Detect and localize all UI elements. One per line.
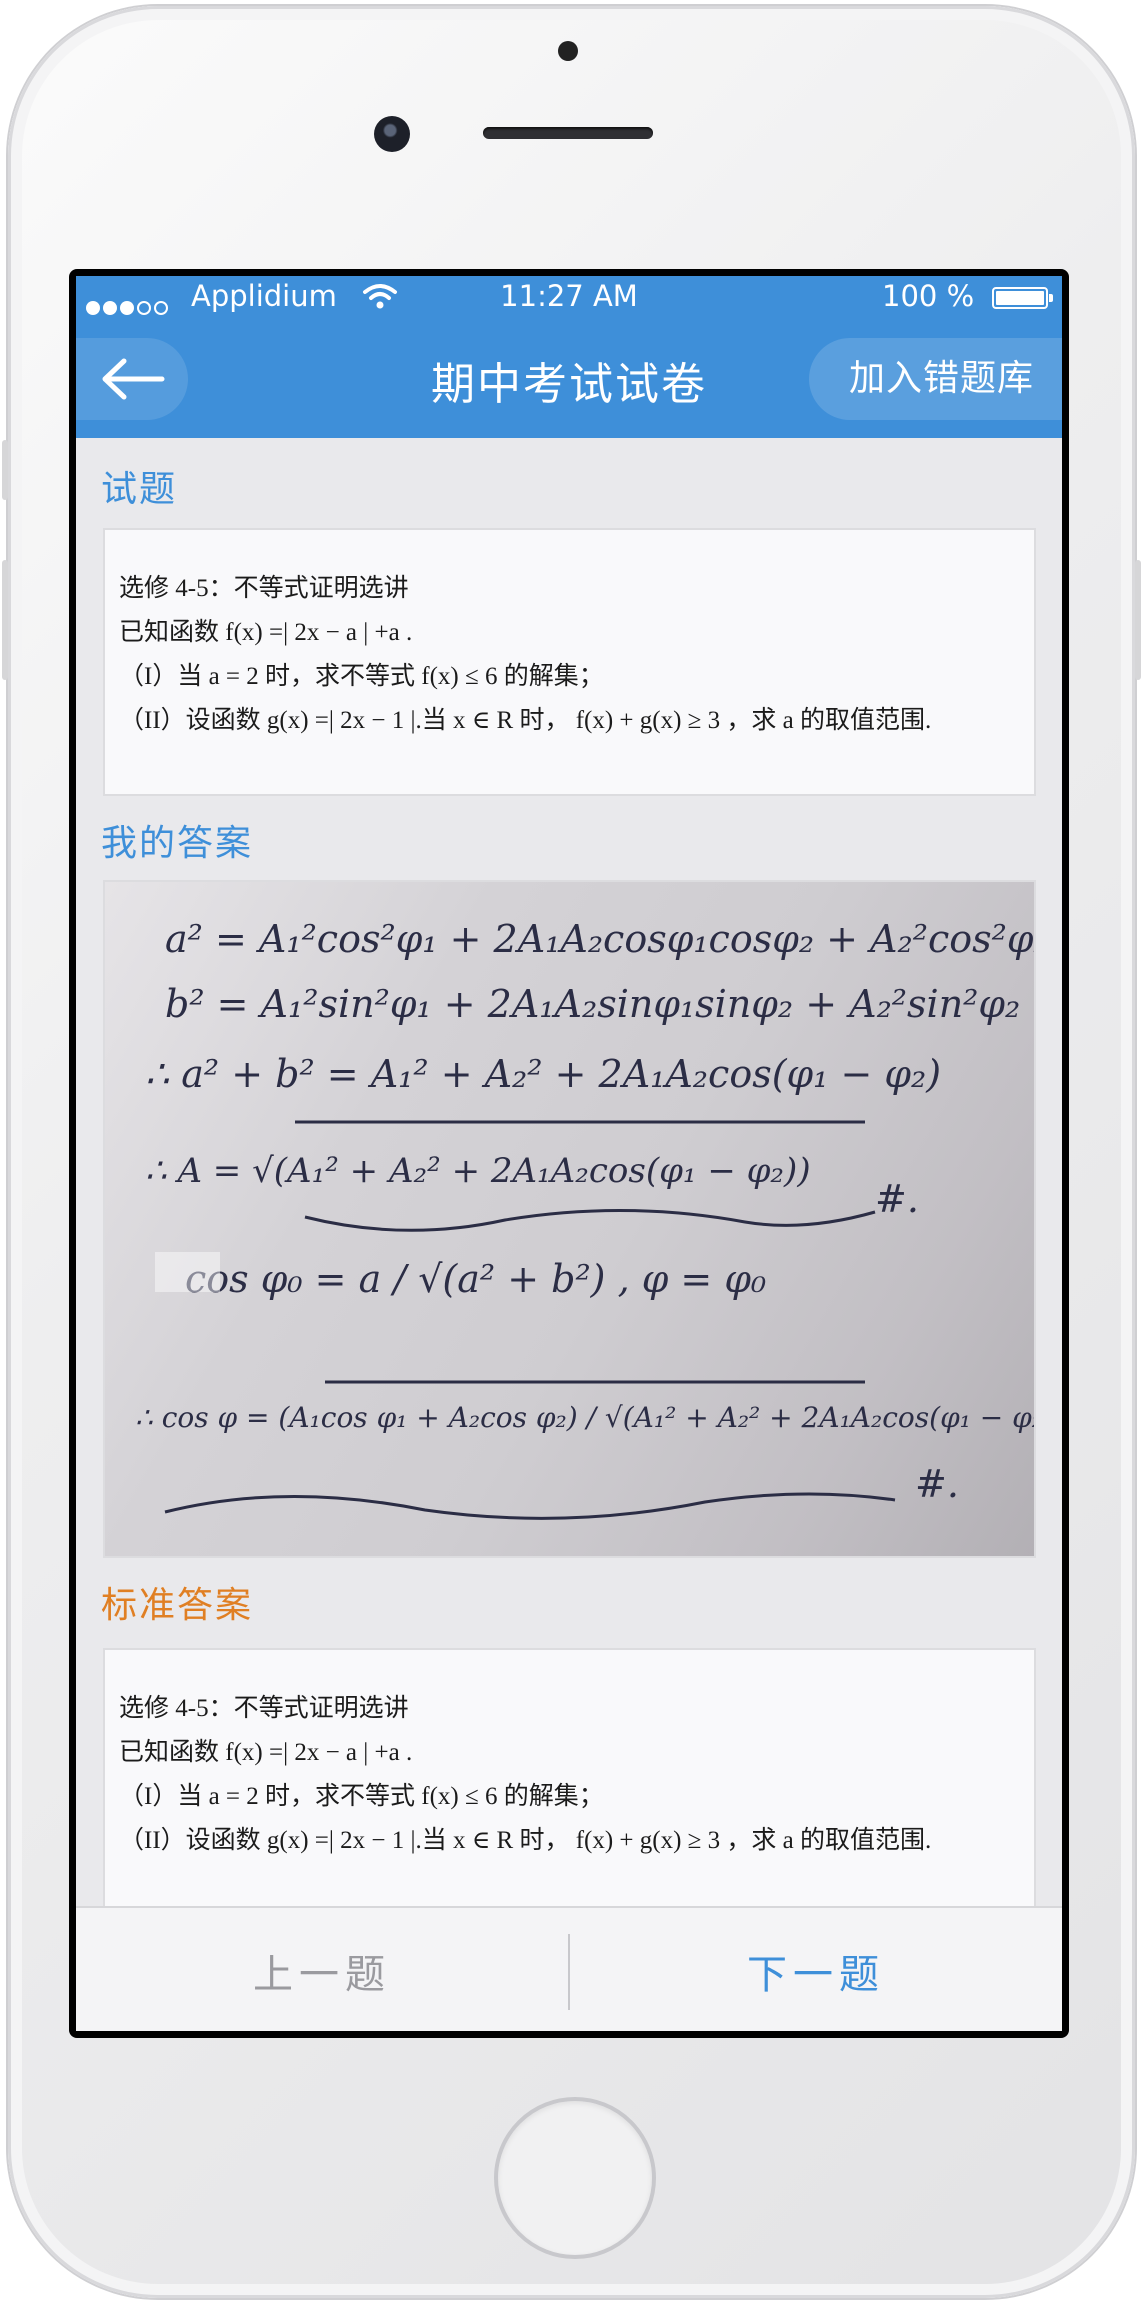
navigation-header: Applidium 11:27 AM 100 % 期中考试试卷 加入错题库 — [76, 276, 1062, 438]
add-to-mistake-bank-button[interactable]: 加入错题库 — [809, 338, 1062, 420]
question-line: 选修 4-5：不等式证明选讲 — [119, 575, 409, 602]
handwriting-line: ∴ A = √(A₁² + A₂² + 2A₁A₂cos(φ₁ − φ₂)) — [145, 1151, 811, 1191]
phone-side-button — [1135, 560, 1141, 680]
handwriting-layer: a² = A₁²cos²φ₁ + 2A₁A₂cosφ₁cosφ₂ + A₂²co… — [135, 917, 1034, 1520]
previous-question-button[interactable]: 上一题 — [76, 1942, 568, 2000]
handwriting-line: b² = A₁²sin²φ₁ + 2A₁A₂sinφ₁sinφ₂ + A₂²si… — [165, 982, 1020, 1026]
home-button[interactable] — [494, 2097, 656, 2259]
handwriting-line: a² = A₁²cos²φ₁ + 2A₁A₂cosφ₁cosφ₂ + A₂²co… — [165, 917, 1034, 961]
handwriting-line: ∴ a² + b² = A₁² + A₂² + 2A₁A₂cos(φ₁ − φ₂… — [145, 1052, 941, 1096]
phone-side-button — [2, 440, 8, 500]
status-bar: Applidium 11:27 AM 100 % — [76, 276, 1062, 320]
photo-glare — [155, 1252, 220, 1292]
question-line: 已知函数 f(x) =| 2x − a | +a . — [119, 619, 413, 646]
handwriting-mark: #. — [875, 1177, 919, 1221]
battery-percent: 100 % — [882, 279, 975, 313]
answer-photo[interactable]: a² = A₁²cos²φ₁ + 2A₁A₂cosφ₁cosφ₂ + A₂²co… — [103, 880, 1036, 1558]
handwriting-line: cos φ₀ = a / √(a² + b²) , φ = φ₀ — [185, 1257, 766, 1301]
question-line: （I）当 a = 2 时，求不等式 f(x) ≤ 6 的解集； — [119, 663, 604, 690]
answer-line: 已知函数 f(x) =| 2x − a | +a . — [119, 1739, 413, 1766]
app-screen: Applidium 11:27 AM 100 % 期中考试试卷 加入错题库 试题… — [76, 276, 1062, 2031]
answer-line: （I）当 a = 2 时，求不等式 f(x) ≤ 6 的解集； — [119, 1783, 604, 1810]
phone-side-button — [2, 560, 8, 680]
answer-line: 选修 4-5：不等式证明选讲 — [119, 1695, 409, 1722]
battery-icon — [992, 287, 1053, 309]
handwriting-line: ∴ cos φ = (A₁cos φ₁ + A₂cos φ₂) / √(A₁² … — [135, 1401, 1034, 1434]
phone-sensor — [558, 41, 578, 61]
standard-answer-section-title: 标准答案 — [101, 1585, 254, 1626]
front-camera — [374, 116, 410, 152]
standard-answer-card: 选修 4-5：不等式证明选讲 已知函数 f(x) =| 2x − a | +a … — [103, 1648, 1036, 1928]
handwriting-mark: #. — [915, 1462, 959, 1506]
my-answer-section-title: 我的答案 — [101, 823, 254, 864]
question-card: 选修 4-5：不等式证明选讲 已知函数 f(x) =| 2x − a | +a … — [103, 528, 1036, 796]
question-section-title: 试题 — [101, 469, 178, 510]
bottom-toolbar: 上一题 下一题 — [76, 1906, 1062, 2031]
next-question-button[interactable]: 下一题 — [570, 1942, 1062, 2000]
question-line: （II）设函数 g(x) =| 2x − 1 |.当 x ∈ R 时， f(x)… — [119, 707, 932, 734]
answer-line: （II）设函数 g(x) =| 2x − 1 |.当 x ∈ R 时， f(x)… — [119, 1827, 932, 1854]
phone-speaker — [483, 127, 653, 139]
